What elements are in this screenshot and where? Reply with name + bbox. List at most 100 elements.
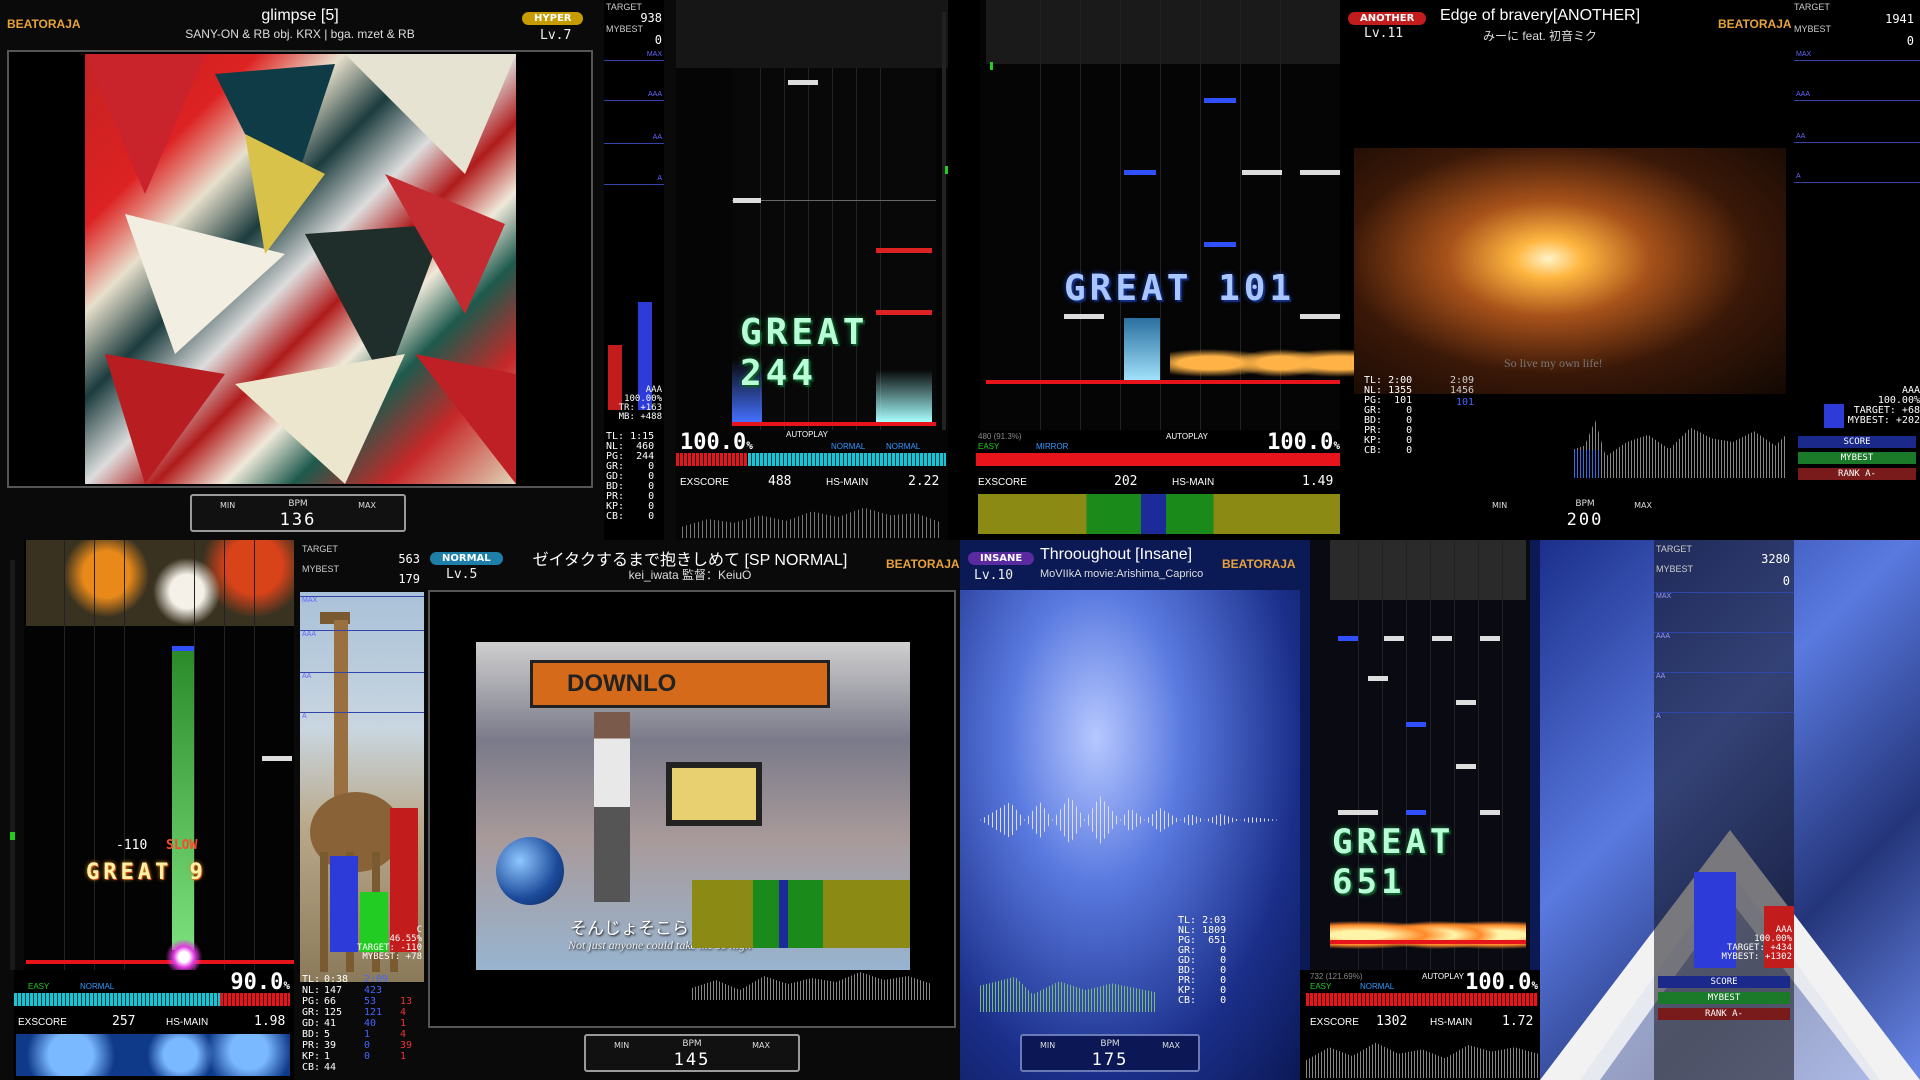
- judge-line: [1330, 940, 1526, 944]
- hs-value: 2.22: [908, 474, 940, 489]
- song-artist: kei_iwata 監督：KeiuO: [628, 568, 752, 582]
- stats-cell-a: 147: [324, 985, 343, 996]
- mybest-button[interactable]: MYBEST: [1798, 452, 1916, 464]
- judge-line: [986, 380, 1340, 384]
- note: [172, 646, 194, 651]
- score-rate: 100.0%: [680, 430, 753, 455]
- bpm-value: 136: [279, 510, 317, 530]
- note: [1406, 810, 1426, 815]
- panel-glimpse: BEATORAJA HYPER glimpse [5] SANY-ON & RB…: [0, 0, 780, 540]
- stats-cell-k: KP:: [302, 1051, 321, 1062]
- judge-stats: TL: 1:15 NL: 460 PG: 244 GR: 0 GD: 0 BD:…: [606, 431, 655, 522]
- gauge-info: 480 (91.3%): [978, 432, 1022, 441]
- bga-earth: [496, 837, 564, 905]
- target-label: TARGET: [1794, 2, 1830, 12]
- hs-value: 1.72: [1502, 1014, 1534, 1029]
- rank-button[interactable]: RANK A-: [1658, 1008, 1790, 1020]
- stats-cell-b: 0: [364, 1040, 371, 1051]
- grade-line-max: MAX: [1794, 51, 1920, 61]
- note: [1300, 170, 1340, 175]
- mode-label-2: NORMAL: [80, 982, 115, 991]
- judge-great: GREAT 101: [1064, 268, 1296, 309]
- rank-button[interactable]: RANK A-: [1798, 468, 1916, 480]
- mode-label-1: EASY: [28, 982, 50, 991]
- bga-strip: [978, 494, 1340, 534]
- beam: [1124, 318, 1160, 384]
- note: [1338, 810, 1378, 815]
- note: [1456, 764, 1476, 769]
- grade-line-aa: AA: [1654, 672, 1794, 680]
- mode-label-2: MIRROR: [1036, 442, 1069, 451]
- level: Lv.7: [540, 28, 572, 43]
- song-artist: みーに feat. 初音ミク: [1482, 29, 1598, 43]
- playfield: GREAT 651: [1310, 540, 1530, 970]
- bpm-max-label: MAX: [752, 1041, 770, 1050]
- score-button[interactable]: SCORE: [1658, 976, 1790, 988]
- slow-indicator: SLOW: [166, 838, 198, 853]
- score-button[interactable]: SCORE: [1798, 436, 1916, 448]
- bga-image: DOWNLO そんじょそこらし Not just anyone could ta…: [476, 642, 910, 970]
- stats-row: GR: 125 121 4: [302, 1007, 422, 1018]
- bga-caption: So live my own life!: [1504, 356, 1603, 370]
- score-graph: TARGET 3280 MYBEST 0 MAX AAA AA A AAA 10…: [1654, 540, 1794, 1080]
- judge-great: GREAT 244: [740, 312, 869, 394]
- song-title: glimpse [5]: [261, 7, 339, 24]
- progress-marker: [10, 832, 15, 840]
- mode-label-1: EASY: [978, 442, 1000, 451]
- stats-cell-c: 39: [400, 1040, 413, 1051]
- subtitle-jp: そんじょそこらし: [570, 919, 706, 938]
- hs-label: HS-MAIN: [1172, 477, 1215, 488]
- stats-cell-k: TL:: [302, 974, 321, 985]
- bpm-display: MIN BPM MAX 200: [1476, 494, 1694, 532]
- stats-row: PG: 66 53 13: [302, 996, 422, 1007]
- grade-line-aaa: AAA: [1654, 632, 1794, 640]
- target-label: TARGET: [302, 544, 338, 554]
- mybest-button[interactable]: MYBEST: [1658, 992, 1790, 1004]
- stats-cell-b: 0: [364, 1051, 371, 1062]
- song-title: Edge of bravery[ANOTHER]: [1439, 7, 1641, 24]
- grade-line-aaa: AAA: [1794, 91, 1920, 101]
- hit-glow: [164, 940, 204, 974]
- density-graph-fill: [1574, 450, 1600, 478]
- hud: 480 (91.3%) EASY MIRROR AUTOPLAY 100.0% …: [976, 430, 1340, 540]
- stats-cell-b: 121: [364, 1007, 383, 1018]
- bpm-display: MIN BPM MAX 136: [190, 494, 406, 532]
- gauge-info: 732 (121.69%): [1310, 972, 1363, 981]
- judge-stats: TL: 2:03 NL: 1809 PG: 651 GR: 0 GD: 0 BD…: [1178, 915, 1227, 1006]
- note: [1338, 636, 1358, 641]
- bpm-label: BPM: [1575, 499, 1595, 509]
- stats-row: CB: 44: [302, 1062, 422, 1073]
- progress-marker: [990, 62, 993, 70]
- mybest-value: 0: [1782, 574, 1790, 588]
- note: [1456, 700, 1476, 705]
- mode-label-2: NORMAL: [886, 442, 921, 451]
- difficulty-badge: INSANE: [968, 552, 1035, 565]
- stats-cell-a: 125: [324, 1007, 343, 1018]
- note: [1242, 170, 1282, 175]
- stats-cell-c: 4: [400, 1029, 407, 1040]
- density-graph: [682, 507, 942, 538]
- bga-image: So live my own life!: [1354, 148, 1786, 394]
- judge-line: [732, 422, 936, 426]
- beatoraja-logo: BEATORAJA: [1718, 17, 1792, 31]
- note: [1384, 636, 1404, 641]
- level: Lv.10: [974, 568, 1014, 583]
- waveform: [980, 796, 1280, 844]
- bpm-display: MIN BPM MAX 145: [584, 1034, 800, 1072]
- grade-line-a: A: [1794, 173, 1920, 183]
- stats-cell-a: 66: [324, 996, 337, 1007]
- hs-value: 1.49: [1302, 474, 1334, 489]
- playfield-glimpse: GREAT 244: [676, 0, 948, 430]
- score-graph: TARGET 1941 MYBEST 0 MAX AAA AA A AAA 10…: [1794, 0, 1920, 540]
- autoplay-label: AUTOPLAY: [1422, 972, 1464, 981]
- exscore-label: EXSCORE: [978, 477, 1027, 488]
- bga-frame: DOWNLO そんじょそこらし Not just anyone could ta…: [428, 590, 956, 1028]
- hs-value: 1.98: [254, 1014, 286, 1029]
- exscore-value: 488: [768, 474, 792, 489]
- judge-great: GREAT 9: [86, 860, 207, 885]
- judge-stats: TL: 2:00 NL: 1355 PG: 101 GR: 0 BD: 0 PR…: [1364, 375, 1413, 456]
- difficulty-badge: NORMAL: [430, 552, 503, 565]
- song-title: Throoughout [Insane]: [1040, 546, 1193, 563]
- rank-summary: AAA 100.00% TR: +163 MB: +488: [618, 385, 662, 422]
- stats-cell-k: GR:: [302, 1007, 321, 1018]
